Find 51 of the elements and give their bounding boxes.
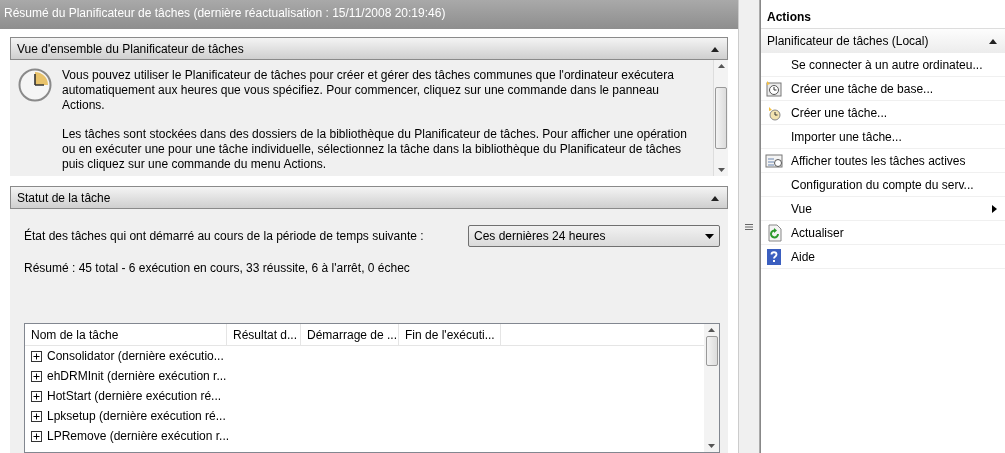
collapse-icon[interactable]	[711, 194, 719, 201]
action-item[interactable]: Créer une tâche de base...	[761, 77, 1005, 101]
expand-icon[interactable]	[31, 390, 42, 402]
column-header[interactable]: Nom de la tâche	[25, 323, 227, 346]
column-header[interactable]: Fin de l'exécuti...	[399, 323, 501, 346]
submenu-arrow-icon	[992, 204, 997, 213]
description-text: Les tâches sont stockées dans des dossiers de la bibliothèque du Planificateur de tâches. Pour afficher une opération ou en exécuter une pour une tâche individuelle, sélectionnez la tâche dans la bibliothèque du Planificateur de tâches puis cliquez sur une commande du menu Actions.	[62, 127, 688, 172]
summary-text: Résumé : 45 total - 6 exécution en cours, 33 réussite, 6 à l'arrêt, 0 échec	[24, 260, 411, 277]
task-name[interactable]: Lpksetup (dernière exécution ré...	[47, 407, 226, 425]
column-header[interactable]: Démarrage de ...	[301, 323, 399, 346]
collapse-icon[interactable]	[989, 38, 997, 44]
section-header[interactable]: Statut de la tâche	[10, 186, 728, 209]
expand-icon[interactable]	[31, 370, 42, 382]
scroll-thumb[interactable]	[705, 336, 718, 366]
expand-icon[interactable]	[31, 410, 42, 422]
task-name[interactable]: ehDRMInit (dernière exécution r...	[47, 367, 227, 385]
action-item[interactable]: Actualiser	[761, 221, 1005, 245]
period-dropdown[interactable]: Ces dernières 24 heures	[468, 225, 720, 247]
action-item[interactable]: Configuration du compte du serv...	[761, 173, 1005, 197]
action-item[interactable]: Importer une tâche...	[761, 125, 1005, 149]
action-item[interactable]: Se connecter à un autre ordinateu...	[761, 53, 1005, 77]
section-header[interactable]: Vue d'ensemble du Planificateur de tâches	[10, 37, 728, 60]
splitter-handle[interactable]	[738, 0, 760, 453]
period-label: État des tâches qui ont démarré au cours de la période de temps suivante :	[24, 227, 424, 245]
description-text: Vous pouvez utiliser le Planificateur de tâches pour créer et gérer des tâches communes que l'ordinateur exécutera automatiquement aux heures que vous spécifiez. Pour commencer, cliquez sur une commande dans le panneau Actions.	[62, 68, 675, 113]
action-item[interactable]: Vue	[761, 197, 1005, 221]
scroll-up-icon[interactable]	[708, 328, 715, 332]
task-list-icon	[765, 151, 783, 170]
action-item[interactable]: Créer une tâche...	[761, 101, 1005, 125]
task-name[interactable]: LPRemove (dernière exécution r...	[47, 427, 230, 445]
scroll-up-icon[interactable]	[717, 64, 725, 68]
expand-icon[interactable]	[31, 350, 42, 362]
window-title: Résumé du Planificateur de tâches (dernière réactualisation : 15/11/2008 20:19:46)	[4, 5, 446, 22]
scrollbar[interactable]	[704, 324, 719, 452]
refresh-icon	[765, 223, 783, 242]
help-icon	[765, 247, 783, 266]
task-name[interactable]: HotStart (dernière exécution ré...	[47, 387, 222, 405]
group-header[interactable]: Planificateur de tâches (Local)	[761, 29, 1005, 53]
basic-task-icon	[765, 79, 783, 98]
action-item[interactable]: Aide	[761, 245, 1005, 269]
scroll-thumb[interactable]	[715, 87, 727, 149]
clock-icon	[18, 68, 52, 102]
scrollbar[interactable]	[713, 60, 728, 176]
expand-icon[interactable]	[31, 430, 42, 442]
action-item[interactable]: Afficher toutes les tâches actives	[761, 149, 1005, 173]
scroll-down-icon[interactable]	[717, 168, 725, 172]
scroll-down-icon[interactable]	[708, 444, 715, 448]
task-name[interactable]: Consolidator (dernière exécutio...	[47, 347, 224, 365]
column-header[interactable]: Résultat d...	[227, 323, 301, 346]
dropdown-arrow-icon	[705, 233, 714, 239]
collapse-icon[interactable]	[711, 45, 719, 52]
